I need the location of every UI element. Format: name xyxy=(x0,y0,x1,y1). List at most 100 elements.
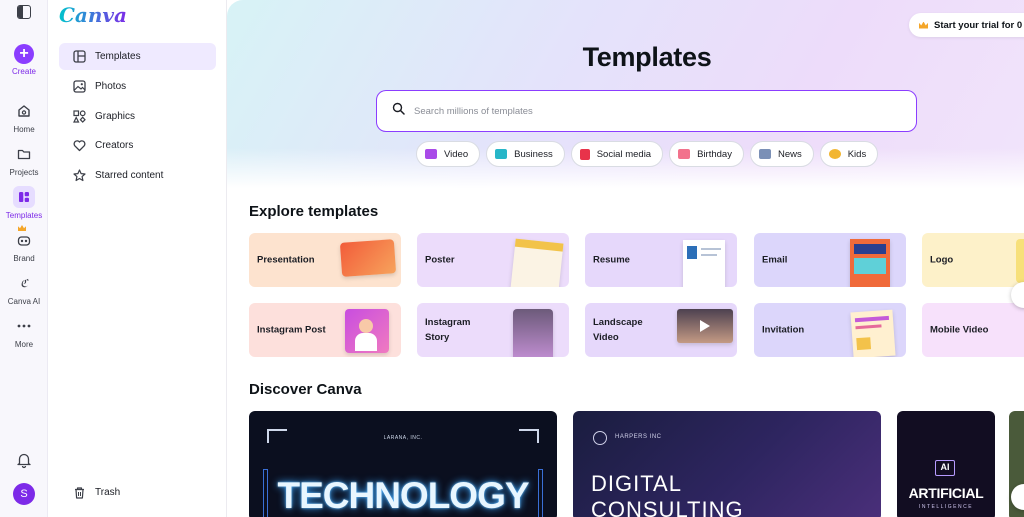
chip-label: Social media xyxy=(596,148,652,160)
brand-icon xyxy=(13,225,35,251)
play-icon xyxy=(700,320,710,332)
kid-face-icon xyxy=(828,149,841,159)
chip-label: Birthday xyxy=(697,148,732,160)
side-panel: Canva Templates Photos Graphics Creators… xyxy=(49,0,227,517)
category-chips: Video Business Social media Birthday New… xyxy=(416,141,879,167)
create-label: Create xyxy=(11,67,36,76)
heart-icon xyxy=(72,139,86,153)
rail-item-more[interactable]: More xyxy=(0,315,48,349)
email-thumbnail xyxy=(850,239,890,287)
page-title: Templates xyxy=(582,42,712,72)
search-bar[interactable] xyxy=(376,90,917,132)
templates-label: Templates xyxy=(5,211,43,220)
nav-item-starred[interactable]: Starred content xyxy=(59,162,216,189)
canva-ai-label: Canva AI xyxy=(7,297,41,306)
nav-item-templates[interactable]: Templates xyxy=(59,43,216,70)
discover-card-digital-consulting[interactable]: HARPERS INC DIGITAL CONSULTING xyxy=(573,411,881,517)
invitation-thumbnail xyxy=(850,309,896,357)
tile-label: Invitation xyxy=(762,324,805,336)
tile-label: Instagram Post xyxy=(257,324,326,336)
cake-icon xyxy=(678,149,691,159)
discover-card-ai[interactable]: AI ARTIFICIAL INTELLIGENCE xyxy=(897,411,995,517)
create-button[interactable]: + Create xyxy=(0,44,48,76)
card-big-text: DIGITAL xyxy=(591,471,682,496)
avatar[interactable]: S xyxy=(13,483,35,505)
more-label: More xyxy=(14,340,34,349)
social-media-icon xyxy=(579,148,590,160)
chip-label: Video xyxy=(444,148,469,160)
resume-thumbnail xyxy=(683,240,725,287)
card-big-text-2: CONSULTING xyxy=(591,497,744,517)
chip-video[interactable]: Video xyxy=(416,141,481,167)
instagram-story-thumbnail xyxy=(513,309,553,357)
landscape-video-thumbnail xyxy=(677,309,733,343)
rail-item-home[interactable]: Home xyxy=(0,100,48,134)
template-tile-landscape-video[interactable]: Landscape Video xyxy=(585,303,737,357)
trial-label: Start your trial for 0 xyxy=(934,19,1023,31)
video-icon xyxy=(425,149,437,159)
star-icon xyxy=(72,169,86,183)
template-tile-mobile-video[interactable]: Mobile Video xyxy=(922,303,1024,357)
chip-label: Kids xyxy=(847,148,867,160)
explore-templates-heading: Explore templates xyxy=(249,203,379,220)
instagram-post-thumbnail xyxy=(345,309,389,353)
discover-canva-heading: Discover Canva xyxy=(249,381,362,398)
template-tile-instagram-story[interactable]: Instagram Story xyxy=(417,303,569,357)
rail-item-canva-ai[interactable]: ℭ Canva AI xyxy=(0,272,48,307)
chip-label: News xyxy=(777,148,802,160)
image-icon xyxy=(72,80,86,94)
template-tile-poster[interactable]: Poster xyxy=(417,233,569,287)
nav-item-trash[interactable]: Trash xyxy=(59,479,216,506)
tile-label: Mobile Video xyxy=(930,324,989,336)
card-small-text: INTELLIGENCE xyxy=(918,504,974,510)
nav-item-graphics[interactable]: Graphics xyxy=(59,103,216,130)
tile-label: Logo xyxy=(930,254,954,266)
projects-label: Projects xyxy=(9,168,39,177)
presentation-thumbnail xyxy=(339,239,397,277)
template-icon xyxy=(72,50,86,64)
trash-icon xyxy=(72,486,86,500)
newspaper-icon xyxy=(758,149,771,159)
rail-item-projects[interactable]: Projects xyxy=(0,143,48,177)
template-tile-presentation[interactable]: Presentation xyxy=(249,233,401,287)
home-icon xyxy=(13,100,35,122)
bell-icon[interactable] xyxy=(15,451,33,474)
template-tile-resume[interactable]: Resume xyxy=(585,233,737,287)
template-tile-invitation[interactable]: Invitation xyxy=(754,303,906,357)
nav-label: Starred content xyxy=(95,170,164,181)
card-small-text: LARANA, INC. xyxy=(383,435,423,441)
chip-label: Business xyxy=(514,148,553,160)
template-tile-instagram-post[interactable]: Instagram Post xyxy=(249,303,401,357)
template-tile-logo[interactable]: Logo xyxy=(922,233,1024,287)
tile-label: Email xyxy=(762,254,788,266)
business-icon xyxy=(495,149,508,159)
nav-item-photos[interactable]: Photos xyxy=(59,73,216,100)
template-tile-email[interactable]: Email xyxy=(754,233,906,287)
nav-label: Templates xyxy=(95,51,141,62)
card-small-text: HARPERS INC xyxy=(615,434,662,440)
card-big-text: TECHNOLOGY xyxy=(277,475,529,516)
chip-business[interactable]: Business xyxy=(486,141,565,167)
chip-news[interactable]: News xyxy=(749,141,814,167)
more-dots-icon xyxy=(13,315,35,337)
start-trial-button[interactable]: Start your trial for 0 xyxy=(909,13,1024,37)
canva-logo[interactable]: Canva xyxy=(59,3,127,27)
chip-social-media[interactable]: Social media xyxy=(570,141,664,167)
poster-thumbnail xyxy=(510,238,564,287)
search-input[interactable] xyxy=(414,105,894,117)
chip-kids[interactable]: Kids xyxy=(819,141,879,167)
plus-icon: + xyxy=(14,44,34,64)
crown-icon xyxy=(919,21,928,29)
chip-birthday[interactable]: Birthday xyxy=(669,141,744,167)
discover-card-technology[interactable]: LARANA, INC. TECHNOLOGY xyxy=(249,411,557,517)
canva-ai-icon: ℭ xyxy=(20,276,28,290)
rail-item-brand[interactable]: Brand xyxy=(0,225,48,263)
rail-item-templates[interactable]: Templates xyxy=(0,186,48,220)
nav-item-creators[interactable]: Creators xyxy=(59,132,216,159)
logo-thumbnail xyxy=(1016,239,1024,283)
crown-icon xyxy=(18,225,26,231)
nav-label: Creators xyxy=(95,140,134,151)
nav-label: Photos xyxy=(95,81,127,92)
trash-label: Trash xyxy=(95,487,121,498)
sidebar-toggle-icon[interactable] xyxy=(17,5,31,19)
